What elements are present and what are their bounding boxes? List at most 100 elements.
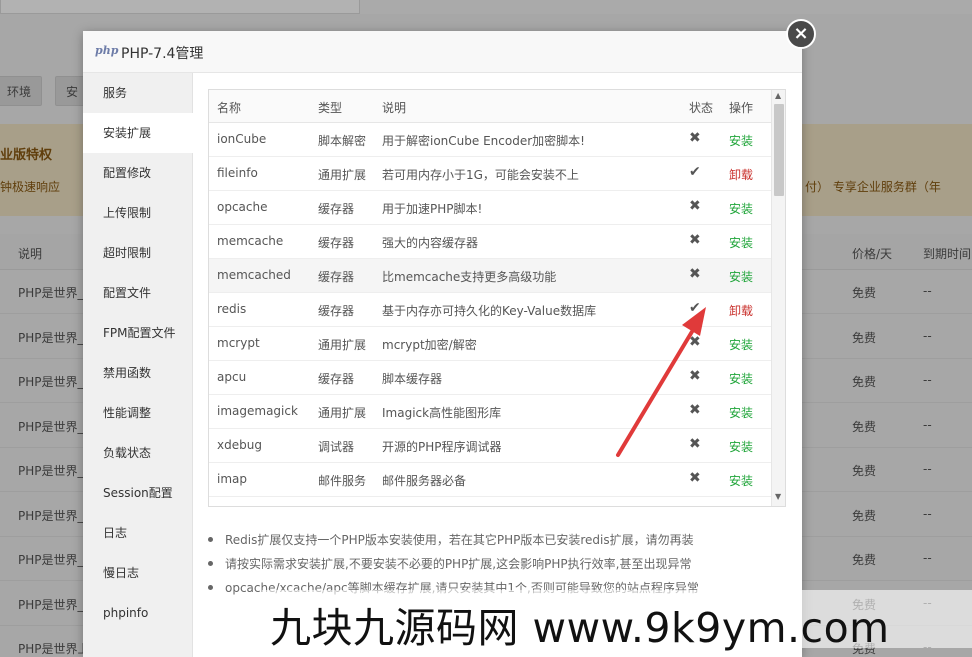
- header-type: 类型: [318, 101, 343, 115]
- install-button[interactable]: 安装: [729, 472, 753, 489]
- note-text: 请按实际需求安装扩展,不要安装不必要的PHP扩展,这会影响PHP执行效率,甚至出…: [225, 557, 692, 571]
- extension-type: 缓存器: [318, 270, 355, 284]
- table-row: ionCube 脚本解密 用于解密ionCube Encoder加密脚本! ✖ 安装: [209, 123, 771, 157]
- extension-type: 缓存器: [318, 304, 355, 318]
- extension-desc: 用于解密ionCube Encoder加密脚本!: [382, 134, 585, 148]
- extension-desc: 邮件服务器必备: [382, 474, 467, 488]
- table-row: fileinfo 通用扩展 若可用内存小于1G，可能会安装不上 ✔ 卸载: [209, 157, 771, 191]
- sidebar-item[interactable]: 服务: [83, 73, 193, 113]
- extension-name: xdebug: [217, 438, 262, 452]
- install-button[interactable]: 安装: [729, 438, 753, 455]
- install-button[interactable]: 安装: [729, 268, 753, 285]
- extension-type: 缓存器: [318, 202, 355, 216]
- scroll-thumb[interactable]: [774, 104, 784, 196]
- install-button[interactable]: 安装: [729, 200, 753, 217]
- cross-icon: ✖: [689, 470, 701, 486]
- header-status: 状态: [689, 101, 714, 115]
- table-scrollbar[interactable]: ▲ ▼: [771, 90, 785, 506]
- table-row: apcu 缓存器 脚本缓存器 ✖ 安装: [209, 361, 771, 395]
- uninstall-button[interactable]: 卸载: [729, 166, 753, 183]
- extension-name: redis: [217, 302, 247, 316]
- table-row: opcache 缓存器 用于加速PHP脚本! ✖ 安装: [209, 191, 771, 225]
- extension-desc: 用于加速PHP脚本!: [382, 202, 483, 216]
- cross-icon: ✖: [689, 232, 701, 248]
- dialog-header: php PHP-7.4管理: [83, 31, 802, 73]
- dialog-title: PHP-7.4管理: [121, 46, 204, 62]
- extension-name: memcache: [217, 234, 284, 248]
- table-row: memcache 缓存器 强大的内容缓存器 ✖ 安装: [209, 225, 771, 259]
- note-text: Redis扩展仅支持一个PHP版本安装使用，若在其它PHP版本已安装redis扩…: [225, 533, 694, 547]
- extension-type: 脚本解密: [318, 134, 367, 148]
- header-desc: 说明: [382, 101, 407, 115]
- cross-icon: ✖: [689, 334, 701, 350]
- install-button[interactable]: 安装: [729, 336, 753, 353]
- sidebar-item[interactable]: phpinfo: [83, 593, 193, 633]
- extension-desc: 开源的PHP程序调试器: [382, 440, 502, 454]
- table-row: imap 邮件服务 邮件服务器必备 ✖ 安装: [209, 463, 771, 497]
- extension-name: apcu: [217, 370, 247, 384]
- extension-type: 通用扩展: [318, 338, 367, 352]
- sidebar-item[interactable]: 性能调整: [83, 393, 193, 433]
- sidebar-item[interactable]: 超时限制: [83, 233, 193, 273]
- table-header: 名称 类型 说明 状态 操作: [209, 90, 771, 123]
- extension-name: imap: [217, 472, 247, 486]
- extension-desc: 强大的内容缓存器: [382, 236, 479, 250]
- extension-type: 通用扩展: [318, 168, 367, 182]
- extension-desc: 基于内存亦可持久化的Key-Value数据库: [382, 304, 597, 318]
- extension-type: 缓存器: [318, 236, 355, 250]
- header-name: 名称: [217, 101, 242, 115]
- watermark-text: 九块九源码网 www.9k9ym.com: [270, 604, 890, 652]
- extension-type: 通用扩展: [318, 406, 367, 420]
- install-button[interactable]: 安装: [729, 234, 753, 251]
- sidebar-item[interactable]: 配置修改: [83, 153, 193, 193]
- install-button[interactable]: 安装: [729, 404, 753, 421]
- table-row: xdebug 调试器 开源的PHP程序调试器 ✖ 安装: [209, 429, 771, 463]
- dialog-sidebar: 服务 安装扩展 配置修改 上传限制 超时限制 配置文件 FPM配置文件 禁用函数 性能调整 负载状…: [83, 73, 194, 657]
- php-manage-dialog: php PHP-7.4管理 服务 安装扩展 配置修改 上传限制 超时限制 配置文件 FPM配…: [83, 31, 802, 657]
- extension-name: opcache: [217, 200, 268, 214]
- install-button[interactable]: 安装: [729, 370, 753, 387]
- bullet-icon: [208, 585, 213, 590]
- check-icon: ✔: [689, 164, 701, 180]
- cross-icon: ✖: [689, 436, 701, 452]
- sidebar-item[interactable]: 安装扩展: [83, 113, 194, 153]
- extension-type: 缓存器: [318, 372, 355, 386]
- scroll-down-icon[interactable]: ▼: [775, 492, 781, 501]
- table-row: redis 缓存器 基于内存亦可持久化的Key-Value数据库 ✔ 卸载: [209, 293, 771, 327]
- extension-desc: mcrypt加密/解密: [382, 338, 477, 352]
- extension-desc: 若可用内存小于1G，可能会安装不上: [382, 168, 579, 182]
- extension-name: mcrypt: [217, 336, 260, 350]
- header-op: 操作: [729, 101, 754, 115]
- extensions-table: 名称 类型 说明 状态 操作 ionCube 脚本解密 用于解密ionCube En…: [208, 89, 786, 507]
- sidebar-item[interactable]: Session配置: [83, 473, 193, 513]
- extension-desc: Imagick高性能图形库: [382, 406, 502, 420]
- install-button[interactable]: 安装: [729, 132, 753, 149]
- scroll-up-icon[interactable]: ▲: [775, 91, 781, 100]
- extension-type: 邮件服务: [318, 474, 367, 488]
- table-row: mcrypt 通用扩展 mcrypt加密/解密 ✖ 安装: [209, 327, 771, 361]
- extension-name: fileinfo: [217, 166, 258, 180]
- sidebar-item[interactable]: 配置文件: [83, 273, 193, 313]
- close-button[interactable]: ×: [786, 19, 816, 49]
- cross-icon: ✖: [689, 368, 701, 384]
- sidebar-item[interactable]: FPM配置文件: [83, 313, 193, 353]
- extension-type: 调试器: [318, 440, 355, 454]
- sidebar-item[interactable]: 上传限制: [83, 193, 193, 233]
- cross-icon: ✖: [689, 266, 701, 282]
- sidebar-item[interactable]: 日志: [83, 513, 193, 553]
- bullet-icon: [208, 561, 213, 566]
- table-row: memcached 缓存器 比memcache支持更多高级功能 ✖ 安装: [209, 259, 771, 293]
- sidebar-item[interactable]: 慢日志: [83, 553, 193, 593]
- sidebar-item[interactable]: 禁用函数: [83, 353, 193, 393]
- check-icon: ✔: [689, 300, 701, 316]
- php-logo: php: [95, 44, 119, 57]
- cross-icon: ✖: [689, 402, 701, 418]
- extension-desc: 脚本缓存器: [382, 372, 443, 386]
- cross-icon: ✖: [689, 130, 701, 146]
- sidebar-item[interactable]: 负载状态: [83, 433, 193, 473]
- uninstall-button[interactable]: 卸载: [729, 302, 753, 319]
- bullet-icon: [208, 537, 213, 542]
- table-row: imagemagick 通用扩展 Imagick高性能图形库 ✖ 安装: [209, 395, 771, 429]
- cross-icon: ✖: [689, 198, 701, 214]
- extension-name: memcached: [217, 268, 291, 282]
